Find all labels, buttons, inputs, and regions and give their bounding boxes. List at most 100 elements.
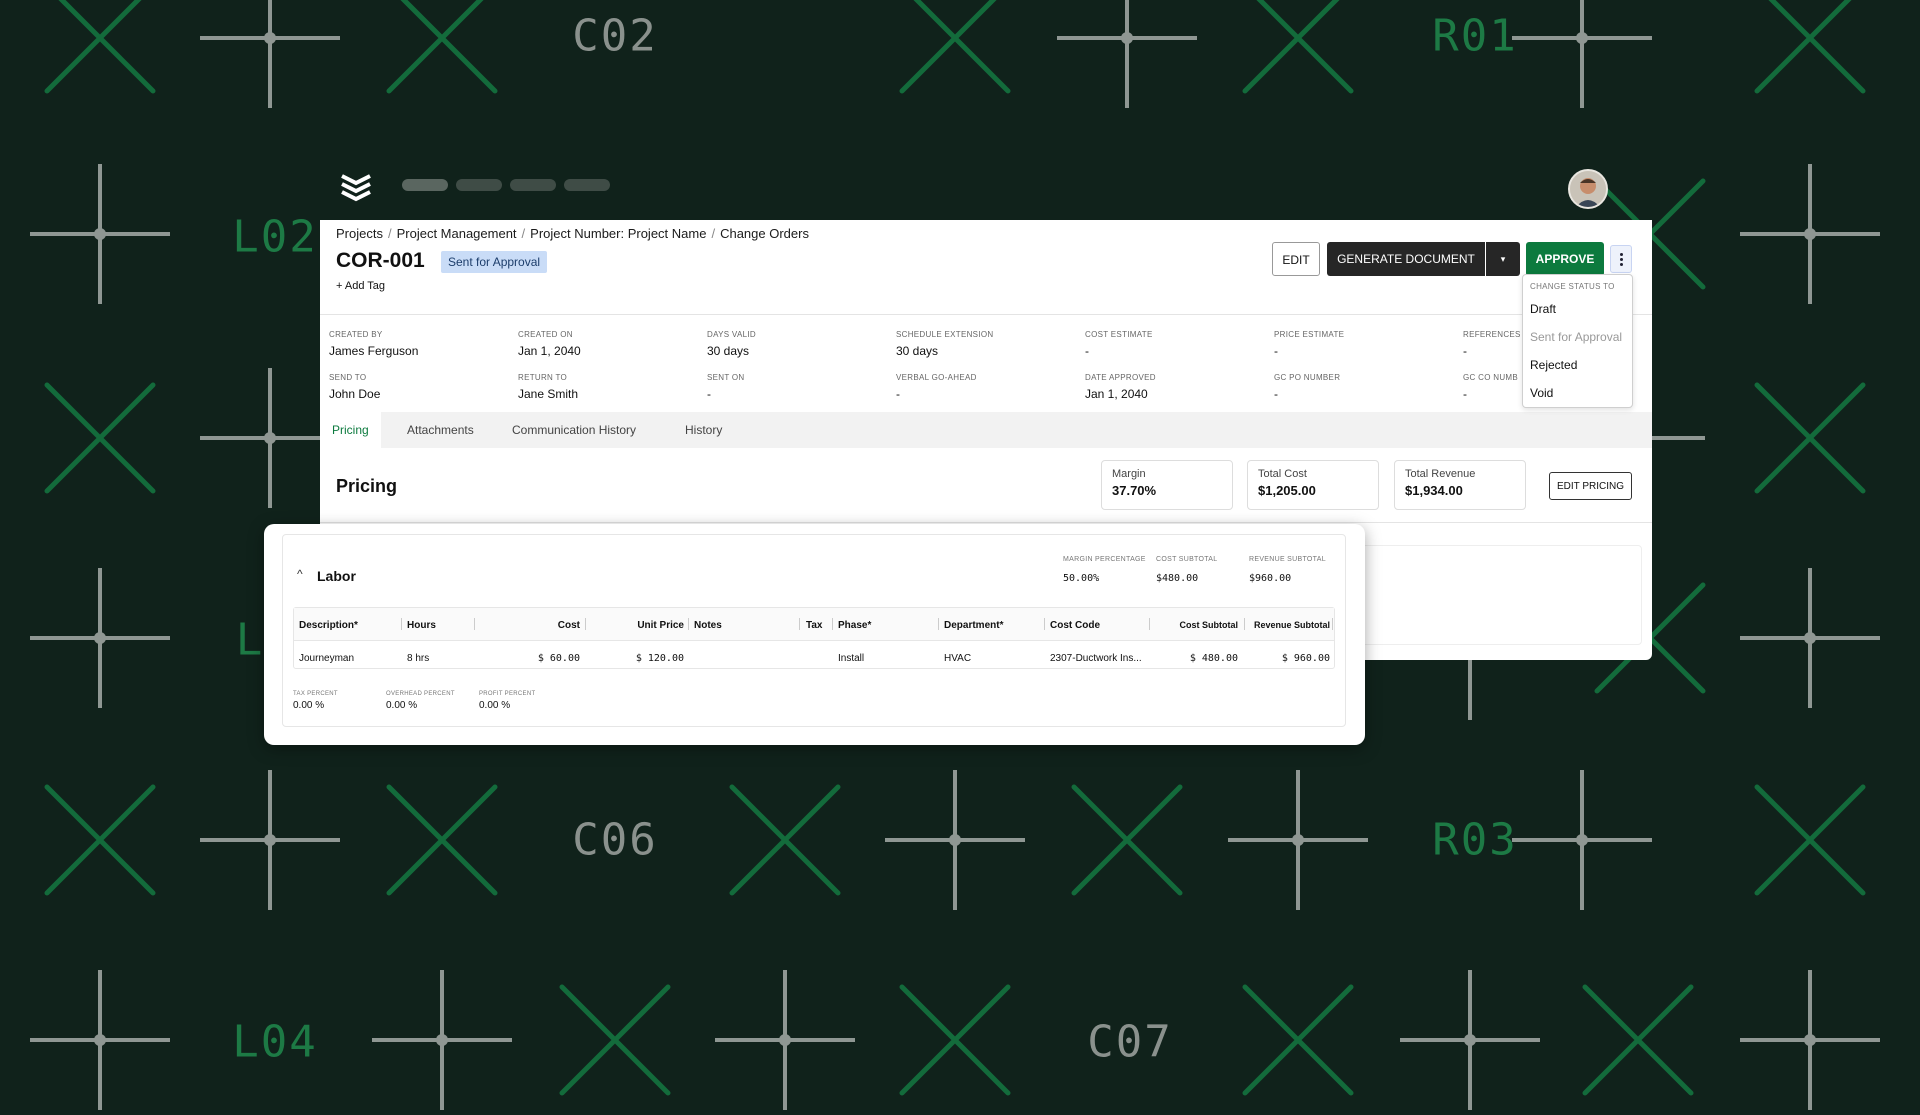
column-divider bbox=[938, 618, 939, 630]
meta-verbal-go-ahead: VERBAL GO-AHEAD - bbox=[896, 373, 977, 401]
kebab-menu-icon bbox=[1619, 262, 1623, 266]
stat-margin: Margin 37.70% bbox=[1101, 460, 1233, 510]
plus-star-decoration bbox=[372, 970, 512, 1110]
cell-cost-code[interactable]: 2307-Ductwork Ins... bbox=[1050, 653, 1142, 664]
cell-cost[interactable]: $ 60.00 bbox=[484, 653, 580, 664]
col-unit-price[interactable]: Unit Price bbox=[590, 620, 684, 631]
labor-title[interactable]: Labor bbox=[317, 568, 356, 584]
subtotal-value: 50.00% bbox=[1063, 573, 1100, 584]
breadcrumb: Projects / Project Management / Project Numb… bbox=[336, 226, 809, 241]
meta-label: COST ESTIMATE bbox=[1085, 330, 1153, 339]
user-avatar[interactable] bbox=[1568, 169, 1608, 209]
kebab-menu-icon bbox=[1619, 252, 1623, 256]
stat-label: Total Cost bbox=[1258, 468, 1307, 480]
breadcrumb-project[interactable]: Project Number: Project Name bbox=[530, 226, 706, 241]
stack-logo-icon[interactable] bbox=[338, 170, 374, 206]
col-cost-code[interactable]: Cost Code bbox=[1050, 620, 1100, 631]
nav-item[interactable] bbox=[402, 179, 448, 191]
col-phase[interactable]: Phase* bbox=[838, 620, 871, 631]
column-divider bbox=[401, 618, 402, 630]
meta-value: Jane Smith bbox=[518, 387, 579, 401]
plus-star-decoration bbox=[1740, 568, 1880, 708]
background-grid-label: L04 bbox=[232, 1016, 318, 1068]
more-options-button[interactable] bbox=[1610, 245, 1632, 273]
meta-date-approved: DATE APPROVED Jan 1, 2040 bbox=[1085, 373, 1156, 401]
meta-label: SEND TO bbox=[329, 373, 367, 382]
stat-value: 37.70% bbox=[1112, 483, 1157, 498]
meta-value: Jan 1, 2040 bbox=[518, 344, 581, 358]
menu-item-draft[interactable]: Draft bbox=[1530, 302, 1556, 316]
generate-document-button[interactable]: GENERATE DOCUMENT bbox=[1327, 242, 1485, 276]
x-cross-decoration bbox=[44, 784, 156, 896]
breadcrumb-project-management[interactable]: Project Management bbox=[397, 226, 517, 241]
breadcrumb-projects[interactable]: Projects bbox=[336, 226, 383, 241]
col-tax[interactable]: Tax bbox=[806, 620, 823, 631]
meta-gc-po-number: GC PO NUMBER - bbox=[1274, 373, 1340, 401]
x-cross-decoration bbox=[559, 984, 671, 1096]
breadcrumb-separator: / bbox=[387, 226, 392, 241]
col-hours[interactable]: Hours bbox=[407, 620, 436, 631]
approve-button[interactable]: APPROVE bbox=[1526, 242, 1604, 276]
x-cross-decoration bbox=[1242, 0, 1354, 94]
meta-days-valid: DAYS VALID 30 days bbox=[707, 330, 756, 358]
nav-item[interactable] bbox=[510, 179, 556, 191]
cell-phase[interactable]: Install bbox=[838, 653, 864, 664]
x-cross-decoration bbox=[44, 0, 156, 94]
meta-value: - bbox=[1274, 387, 1278, 401]
meta-sent-on: SENT ON - bbox=[707, 373, 745, 401]
cell-unit-price[interactable]: $ 120.00 bbox=[590, 653, 684, 664]
meta-value: Jan 1, 2040 bbox=[1085, 387, 1148, 401]
column-divider bbox=[688, 618, 689, 630]
breadcrumb-change-orders[interactable]: Change Orders bbox=[720, 226, 809, 241]
x-cross-decoration bbox=[899, 0, 1011, 94]
add-tag-button[interactable]: + Add Tag bbox=[336, 280, 385, 292]
column-divider bbox=[1332, 618, 1333, 630]
col-revenue-subtotal[interactable]: Revenue Subtotal bbox=[1249, 620, 1330, 630]
nav-item[interactable] bbox=[564, 179, 610, 191]
edit-pricing-button[interactable]: EDIT PRICING bbox=[1549, 472, 1632, 500]
plus-star-decoration bbox=[30, 164, 170, 304]
percent-value[interactable]: 0.00 % bbox=[386, 700, 455, 711]
meta-schedule-extension: SCHEDULE EXTENSION 30 days bbox=[896, 330, 993, 358]
chevron-up-icon[interactable]: ^ bbox=[297, 567, 303, 581]
percent-value[interactable]: 0.00 % bbox=[293, 700, 338, 711]
plus-star-decoration bbox=[1740, 164, 1880, 304]
menu-item-void[interactable]: Void bbox=[1530, 386, 1553, 400]
col-department[interactable]: Department* bbox=[944, 620, 1003, 631]
tab-history[interactable]: History bbox=[673, 412, 734, 448]
percent-value[interactable]: 0.00 % bbox=[479, 700, 535, 711]
x-cross-decoration bbox=[1754, 0, 1866, 94]
cell-hours[interactable]: 8 hrs bbox=[407, 653, 429, 664]
tab-pricing[interactable]: Pricing bbox=[320, 412, 381, 448]
breadcrumb-separator: / bbox=[711, 226, 716, 241]
labor-section: ^ Labor MARGIN PERCENTAGE 50.00% COST SUB… bbox=[282, 534, 1346, 727]
meta-cost-estimate: COST ESTIMATE - bbox=[1085, 330, 1153, 358]
meta-send-to: SEND TO John Doe bbox=[329, 373, 380, 401]
cell-description[interactable]: Journeyman bbox=[299, 653, 354, 664]
col-cost-subtotal[interactable]: Cost Subtotal bbox=[1154, 620, 1239, 630]
plus-star-decoration bbox=[30, 568, 170, 708]
plus-star-decoration bbox=[715, 970, 855, 1110]
generate-document-dropdown[interactable]: ▾ bbox=[1486, 242, 1520, 276]
stat-label: Total Revenue bbox=[1405, 468, 1476, 480]
x-cross-decoration bbox=[1242, 984, 1354, 1096]
tab-communication-history[interactable]: Communication History bbox=[500, 412, 648, 448]
meta-value: 30 days bbox=[896, 344, 939, 358]
plus-star-decoration bbox=[1057, 0, 1197, 108]
col-notes[interactable]: Notes bbox=[694, 620, 722, 631]
background-grid-label: R03 bbox=[1432, 814, 1518, 866]
percent-label: TAX PERCENT bbox=[293, 691, 338, 697]
meta-label: CREATED ON bbox=[518, 330, 573, 339]
tab-attachments[interactable]: Attachments bbox=[395, 412, 486, 448]
menu-item-rejected[interactable]: Rejected bbox=[1530, 358, 1577, 372]
plus-star-decoration bbox=[1400, 970, 1540, 1110]
plus-star-decoration bbox=[1740, 970, 1880, 1110]
meta-label: VERBAL GO-AHEAD bbox=[896, 373, 977, 382]
percent-label: OVERHEAD PERCENT bbox=[386, 691, 455, 697]
nav-item[interactable] bbox=[456, 179, 502, 191]
cell-department[interactable]: HVAC bbox=[944, 653, 971, 664]
col-description[interactable]: Description* bbox=[299, 620, 358, 631]
edit-button[interactable]: EDIT bbox=[1272, 242, 1320, 276]
col-cost[interactable]: Cost bbox=[484, 620, 580, 631]
meta-created-on: CREATED ON Jan 1, 2040 bbox=[518, 330, 581, 358]
